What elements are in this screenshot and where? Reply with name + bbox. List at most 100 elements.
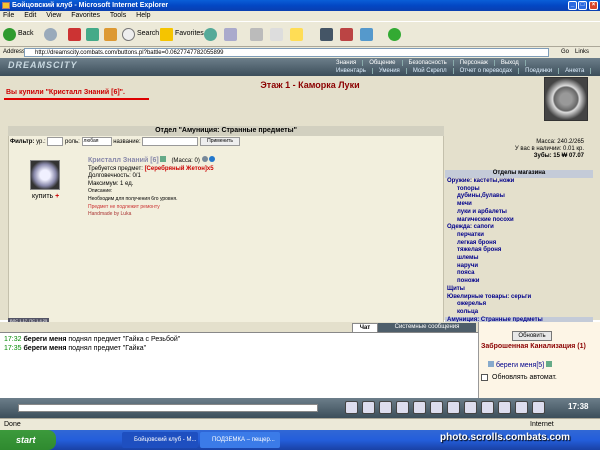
site-logo[interactable]: DREAMSCITY (8, 60, 78, 70)
go-button[interactable]: Go (553, 47, 569, 58)
refresh-location-button[interactable]: Обновить (512, 331, 552, 341)
menu-file[interactable]: File (3, 12, 14, 19)
category-item[interactable]: шлемы (445, 255, 593, 263)
mail-button[interactable] (224, 26, 239, 42)
edit-icon (270, 27, 283, 41)
menu-tools[interactable]: Tools (110, 12, 126, 19)
item-name[interactable]: Кристалл Знаний [6] (88, 157, 159, 164)
category-item[interactable]: тяжелая броня (445, 247, 593, 255)
chat-tool-icon[interactable] (515, 401, 528, 414)
tab-chat[interactable]: Чат (352, 323, 378, 332)
menu-favorites[interactable]: Favorites (71, 12, 100, 19)
forward-button[interactable] (44, 26, 59, 42)
chat-input[interactable] (18, 404, 318, 412)
level-input[interactable] (47, 137, 64, 146)
info-icon[interactable] (160, 156, 167, 162)
window-title: Бойцовский клуб - Microsoft Internet Exp… (12, 2, 169, 9)
nav-battles[interactable]: Поединки (519, 68, 560, 74)
chat-tool-icon[interactable] (498, 401, 511, 414)
tab-system-messages[interactable]: Системные сообщения (378, 323, 476, 332)
info-icon[interactable] (546, 361, 553, 367)
close-button[interactable]: × (589, 1, 598, 10)
home-button[interactable] (104, 26, 119, 42)
refresh-button[interactable] (86, 26, 101, 42)
category-item[interactable]: перчатки (445, 232, 593, 240)
messenger-button[interactable] (388, 26, 403, 42)
category-item[interactable]: магические посохи (445, 217, 593, 225)
history-icon (204, 27, 217, 41)
back-button[interactable]: Back (3, 26, 34, 42)
category-item[interactable]: дубины,булавы (445, 193, 593, 201)
category-item[interactable]: кольца (445, 309, 593, 317)
chat-tool-icon[interactable] (481, 401, 494, 414)
chat-tool-icon[interactable] (532, 401, 545, 414)
chat-tool-icon[interactable] (464, 401, 477, 414)
start-button[interactable]: start (0, 430, 56, 450)
role-select[interactable]: любая (81, 137, 112, 146)
tool-button-2[interactable] (340, 26, 355, 42)
auto-refresh-toggle[interactable]: Обновлять автомат. (481, 374, 557, 381)
auto-refresh-checkbox[interactable] (481, 374, 488, 381)
category-item[interactable]: луки и арбалеты (445, 209, 593, 217)
favorites-button[interactable]: Favorites (160, 26, 204, 42)
nav-skills[interactable]: Умения (373, 68, 407, 74)
chat-tool-icon[interactable] (396, 401, 409, 414)
category-item[interactable]: поножи (445, 278, 593, 286)
menu-edit[interactable]: Edit (24, 12, 36, 19)
folder-button[interactable] (290, 26, 305, 42)
player-entry[interactable]: береги меня[5] (488, 361, 553, 369)
watermark: photo.scrolls.combats.com (440, 432, 571, 443)
links-label[interactable]: Links (575, 47, 589, 58)
history-button[interactable] (204, 26, 219, 42)
nav-inventory[interactable]: Инвентарь (330, 68, 373, 74)
category-item[interactable]: пояса (445, 270, 593, 278)
exit-room-icon[interactable] (544, 77, 588, 121)
category-item[interactable]: Щиты (445, 286, 593, 294)
address-input[interactable]: http://dreamscity.combats.com/buttons.pl… (24, 48, 549, 57)
menu-help[interactable]: Help (136, 12, 150, 19)
gear-icon (201, 156, 208, 162)
maximize-button[interactable]: □ (578, 1, 587, 10)
chat-tool-icon[interactable] (413, 401, 426, 414)
status-text: Done (4, 421, 21, 428)
nav-profile[interactable]: Анкета (559, 68, 592, 74)
chat-tool-icon[interactable] (362, 401, 375, 414)
task-ie-window[interactable]: Бойцовский клуб - М... (122, 432, 198, 448)
nav-exit[interactable]: Выход (495, 60, 526, 66)
shop-categories: Отделы магазина Оружие: кастеты,ножи топо… (445, 170, 593, 325)
name-input[interactable] (142, 137, 199, 146)
nav-security[interactable]: Безопасность (403, 60, 454, 66)
filter-label: Фильтр: (10, 139, 35, 146)
mail-icon (224, 27, 237, 41)
underline-mark (4, 98, 149, 100)
nav-communication[interactable]: Общение (363, 60, 403, 66)
category-item[interactable]: мечи (445, 201, 593, 209)
nav-knowledge[interactable]: Знания (330, 60, 364, 66)
tool-button-1[interactable] (320, 26, 335, 42)
category-item[interactable]: ожерелья (445, 301, 593, 309)
menu-bar: File Edit View Favorites Tools Help (0, 11, 600, 21)
category-item[interactable]: Оружие: кастеты,ножи (445, 178, 593, 186)
category-item[interactable]: Одежда: сапоги (445, 224, 593, 232)
edit-button[interactable] (270, 26, 285, 42)
search-button[interactable]: Search (122, 26, 159, 42)
stop-button[interactable] (68, 26, 83, 42)
task-second-window[interactable]: ПОДЗЕМКА – пещер... (200, 432, 280, 448)
nav-character[interactable]: Персонаж (454, 60, 495, 66)
floor-title: Этаж 1 - Каморка Луки (260, 80, 360, 90)
tool-button-3[interactable] (360, 26, 375, 42)
buy-button[interactable]: купить + (32, 193, 59, 200)
nav-transfers[interactable]: Отчет о переводах (454, 68, 520, 74)
apply-button[interactable]: Применить (200, 137, 241, 146)
chat-tool-icon[interactable] (430, 401, 443, 414)
category-item[interactable]: наручи (445, 263, 593, 271)
nav-scroll[interactable]: Мой Скрепл (407, 68, 454, 74)
minimize-button[interactable]: _ (568, 1, 577, 10)
globe-icon (209, 156, 216, 162)
chat-tool-icon[interactable] (379, 401, 392, 414)
chat-tool-icon[interactable] (345, 401, 358, 414)
category-item[interactable]: Ювелирные товары: серьги (445, 294, 593, 302)
chat-tool-icon[interactable] (447, 401, 460, 414)
menu-view[interactable]: View (46, 12, 61, 19)
print-button[interactable] (250, 26, 265, 42)
